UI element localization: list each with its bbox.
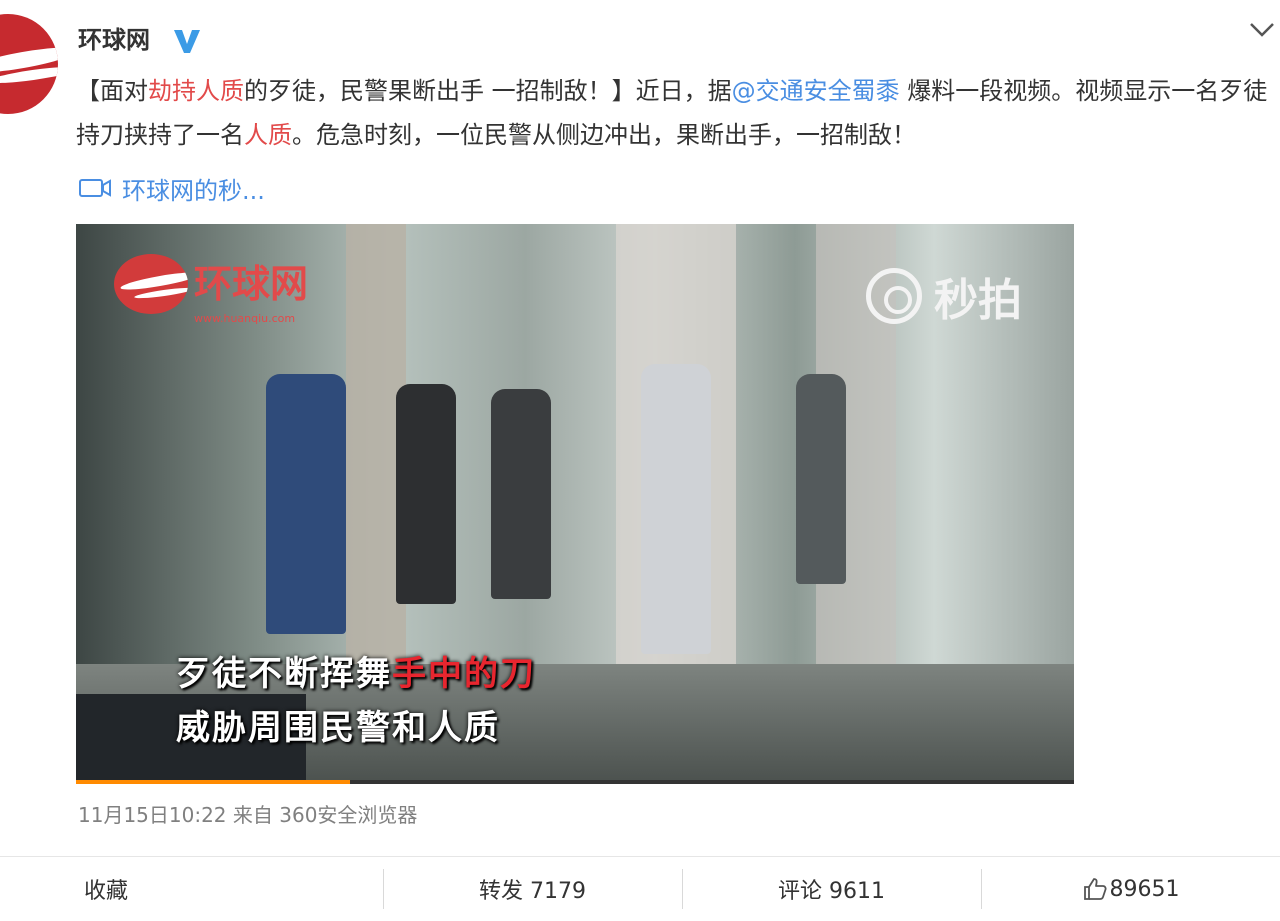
video-watermark-logo: 环球网: [114, 254, 308, 314]
video-subtitle-line1: 歹徒不断挥舞手中的刀: [176, 646, 536, 695]
video-link[interactable]: 环球网的秒...: [78, 168, 265, 208]
chevron-down-icon[interactable]: [1247, 18, 1277, 42]
video-player[interactable]: 环球网 www.huanqiu.com 秒拍 歹徒不断挥舞手中的刀 威胁周围民警…: [76, 224, 1074, 784]
favorite-label: 收藏: [84, 879, 129, 904]
like-button[interactable]: 89651: [981, 857, 1280, 921]
repost-label: 转发 7179: [479, 879, 586, 904]
post-text-part: 【面对: [76, 77, 148, 105]
subtitle-text: 歹徒不断挥舞: [176, 654, 392, 694]
comment-button[interactable]: 评论 9611: [682, 857, 981, 921]
account-name[interactable]: 环球网: [78, 22, 150, 58]
globe-logo-icon: [114, 254, 188, 314]
post-highlight: 人质: [244, 121, 292, 149]
subtitle-highlight: 手中的刀: [392, 654, 536, 694]
camera-icon: [866, 268, 922, 324]
thumbs-up-icon: [1083, 878, 1107, 900]
video-subtitle-line2: 威胁周围民警和人质: [176, 708, 500, 748]
watermark-text: 环球网: [194, 262, 309, 306]
video-link-label: 环球网的秒...: [122, 176, 265, 205]
post-text-part: 的歹徒，民警果断出手 一招制敌！】近日，据: [244, 77, 732, 105]
repost-button[interactable]: 转发 7179: [383, 857, 682, 921]
post-meta: 11月15日10:22 来自 360安全浏览器: [78, 803, 418, 827]
account-avatar[interactable]: [0, 14, 58, 114]
post-highlight: 劫持人质: [148, 77, 244, 105]
watermark-url: www.huanqiu.com: [194, 312, 296, 325]
video-icon: [79, 179, 111, 197]
post-text: 【面对劫持人质的歹徒，民警果断出手 一招制敌！】近日，据@交通安全蜀黍 爆料一段…: [76, 69, 1276, 157]
post-text-part: 。危急时刻，一位民警从侧边冲出，果断出手，一招制敌！: [292, 121, 916, 149]
verified-v-icon: [174, 30, 200, 53]
favorite-button[interactable]: 收藏: [0, 857, 383, 921]
video-progress-fill: [76, 780, 351, 784]
comment-label: 评论 9611: [778, 879, 885, 904]
miaopai-text: 秒拍: [934, 275, 1022, 326]
like-count: 89651: [1109, 876, 1180, 902]
action-bar: 收藏 转发 7179 评论 9611 89651: [0, 857, 1280, 921]
video-progress-bar[interactable]: [76, 780, 1074, 784]
mention-link[interactable]: @交通安全蜀黍: [732, 77, 900, 105]
miaopai-watermark: 秒拍: [866, 264, 1022, 328]
